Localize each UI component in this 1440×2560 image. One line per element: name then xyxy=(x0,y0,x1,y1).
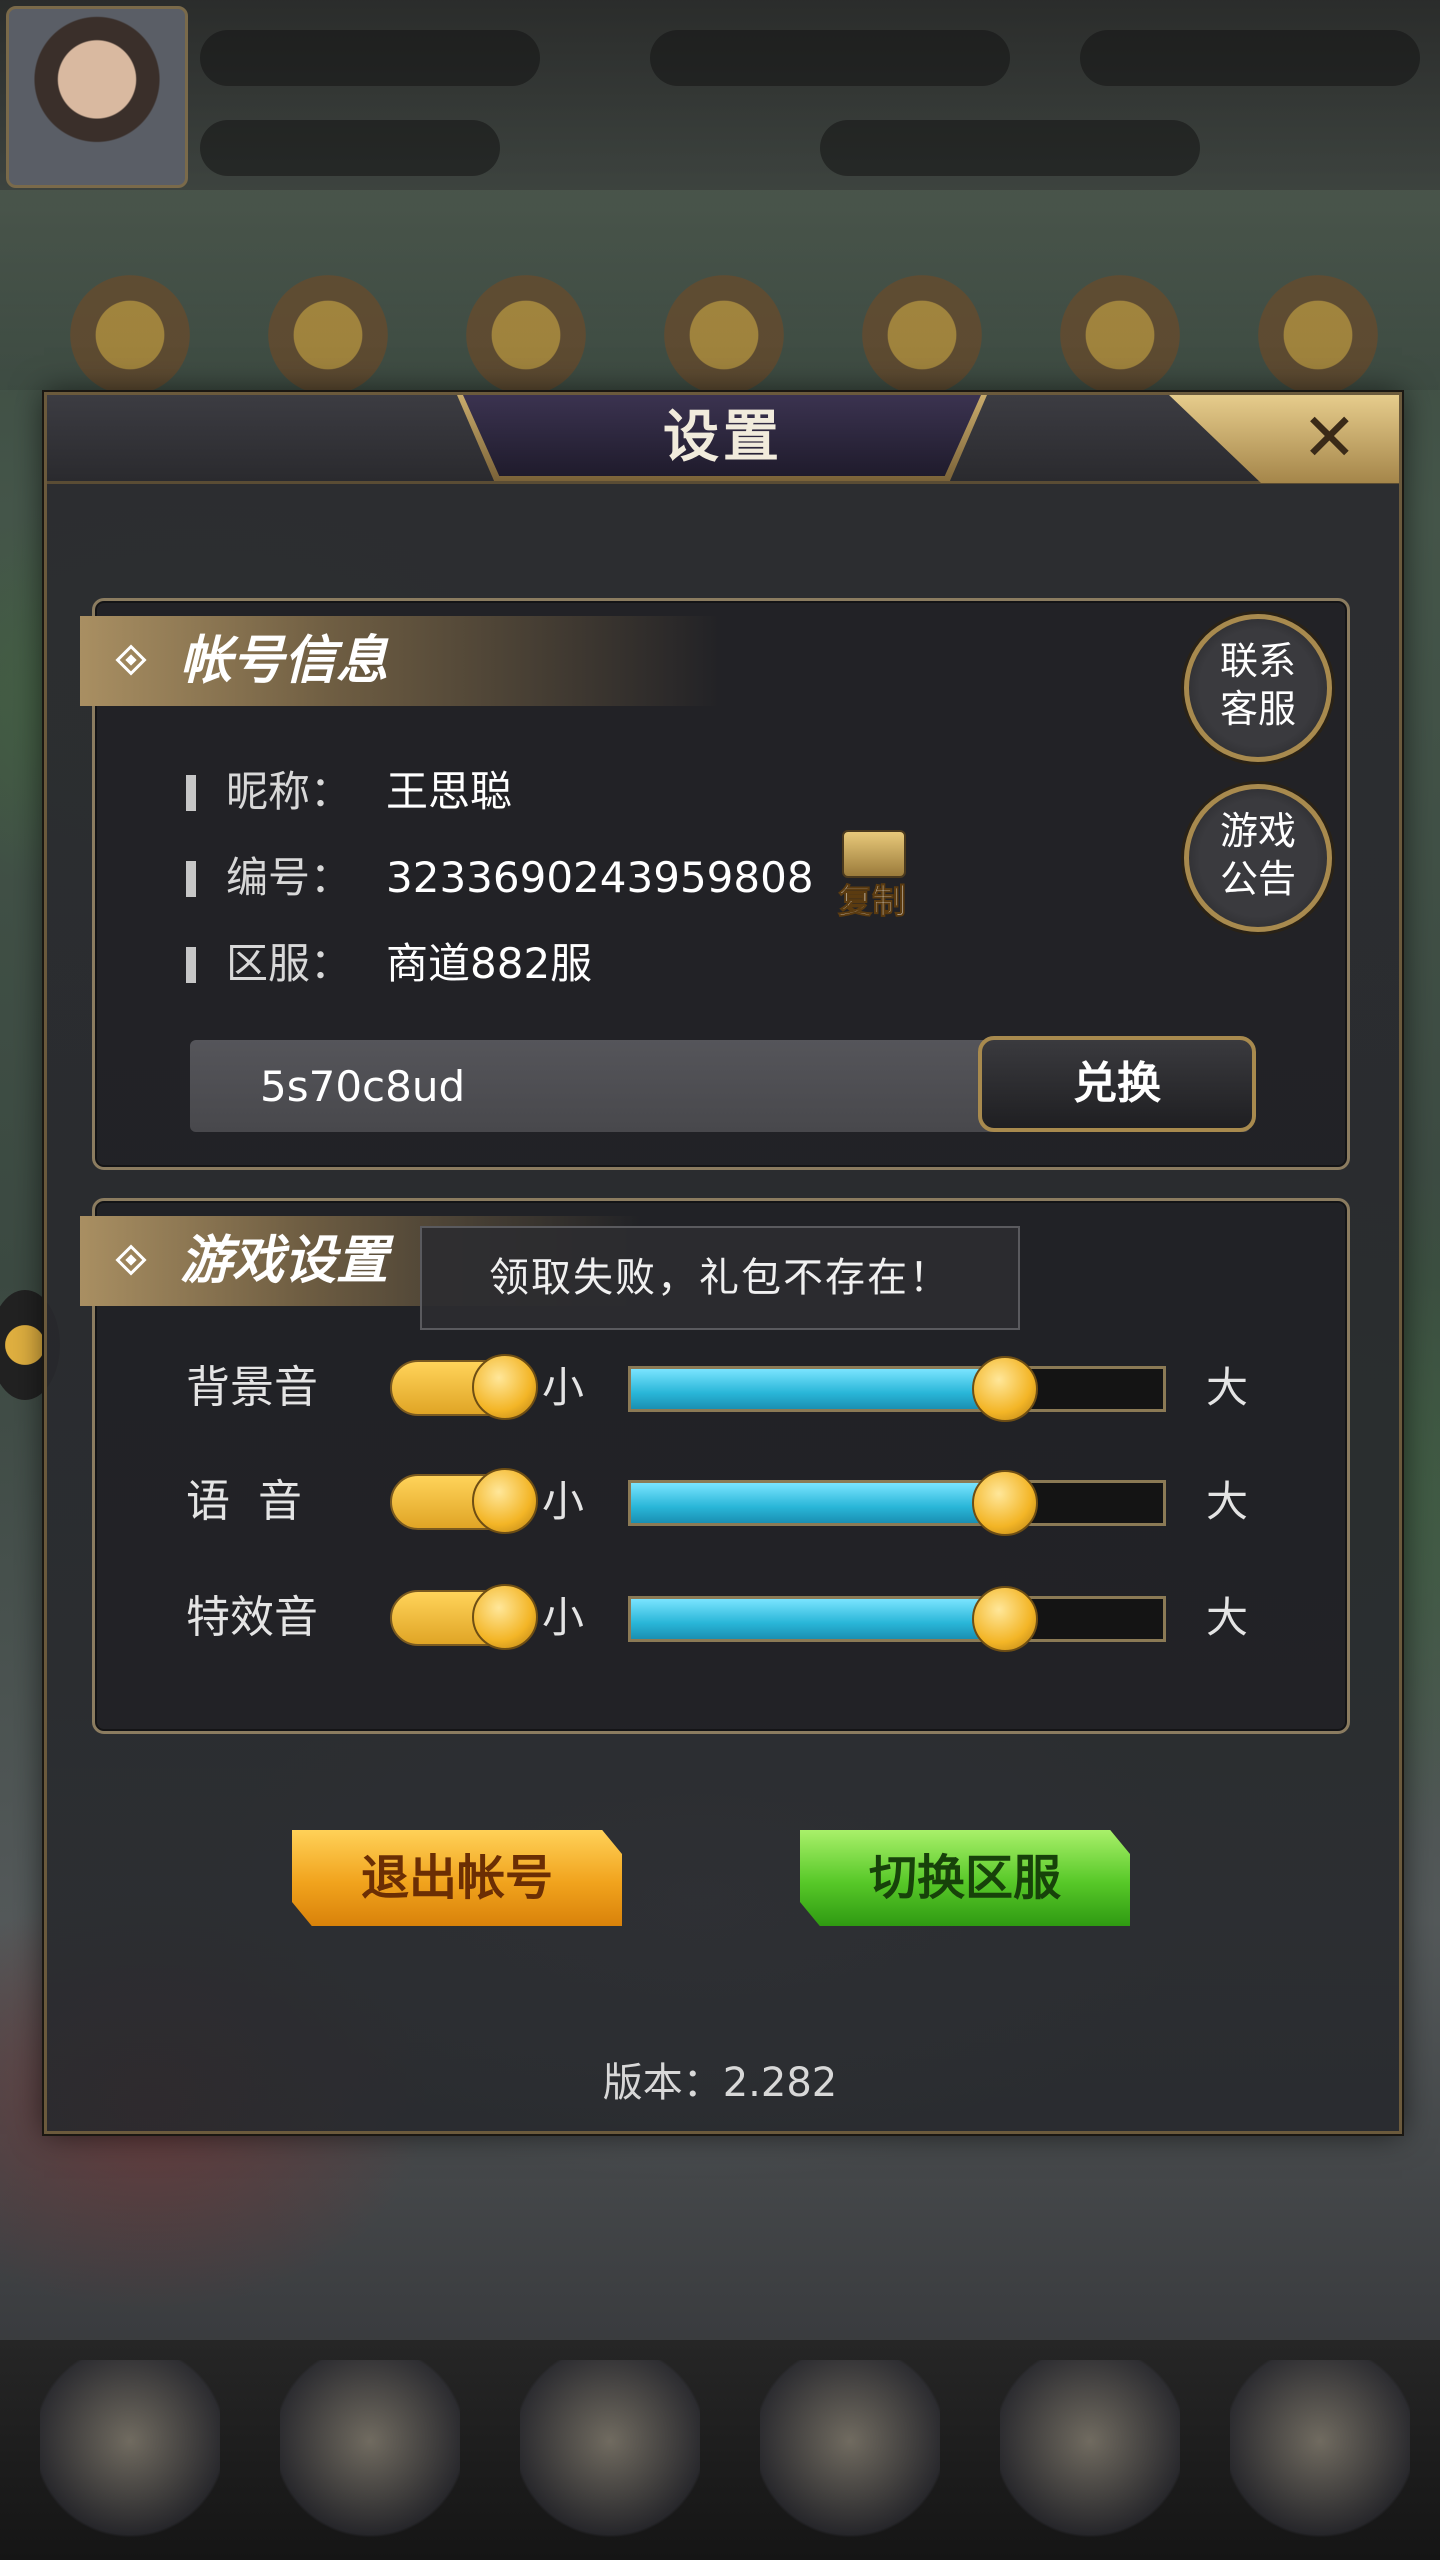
nickname-label: 昵称： xyxy=(226,767,353,816)
bgm-slider-thumb[interactable] xyxy=(971,1356,1038,1422)
max-label: 大 xyxy=(1206,1363,1249,1412)
nav-icon-team xyxy=(520,2360,700,2540)
slider-fill xyxy=(631,1599,1004,1639)
switch-server-button[interactable]: 切换区服 xyxy=(800,1830,1130,1926)
version-label: 版本：2.282 xyxy=(602,2060,838,2106)
activity-icon xyxy=(664,275,784,395)
voice-toggle-knob[interactable] xyxy=(472,1468,538,1534)
player-id-value: 3233690243959808 xyxy=(386,853,814,902)
row-marker xyxy=(186,861,196,897)
gem-chip xyxy=(1080,30,1420,86)
copy-icon xyxy=(842,830,906,878)
redeem-button[interactable]: 兑换 xyxy=(978,1036,1256,1132)
nav-icon-shop xyxy=(40,2360,220,2540)
announcement-label-1: 游戏 xyxy=(1219,809,1296,853)
diamond-icon xyxy=(115,644,147,676)
close-icon: ✕ xyxy=(1301,399,1357,476)
voice-slider-thumb[interactable] xyxy=(971,1470,1038,1536)
server-value: 商道882服 xyxy=(386,939,593,988)
voice-label: 语 音 xyxy=(186,1476,302,1527)
activity-icon xyxy=(1258,275,1378,395)
diamond-icon xyxy=(115,1244,147,1276)
announcement-button[interactable]: 游戏 公告 xyxy=(1184,784,1332,932)
slider-fill xyxy=(631,1483,1004,1523)
min-label: 小 xyxy=(542,1363,585,1412)
activity-icon xyxy=(466,275,586,395)
row-marker xyxy=(186,775,196,811)
volume-row-bgm: 背景音 小 大 xyxy=(186,1348,1266,1428)
min-label: 小 xyxy=(542,1477,585,1526)
nickname-row: 昵称： 王思聪 xyxy=(186,762,986,822)
max-label: 大 xyxy=(1206,1477,1249,1526)
sfx-slider[interactable] xyxy=(628,1596,1166,1642)
volume-row-voice: 语 音 小 大 xyxy=(186,1462,1266,1542)
account-section-title: 帐号信息 xyxy=(180,631,389,691)
gold-chip xyxy=(650,30,1010,86)
player-id-label: 编号： xyxy=(226,853,353,902)
activity-icon xyxy=(862,275,982,395)
activity-icon xyxy=(1060,275,1180,395)
server-row: 区服： 商道882服 xyxy=(186,934,986,994)
server-label: 区服： xyxy=(226,939,353,988)
bgm-slider[interactable] xyxy=(628,1366,1166,1412)
row-marker xyxy=(186,947,196,983)
contact-service-label-2: 客服 xyxy=(1219,687,1296,731)
activity-icon xyxy=(268,275,388,395)
resource-chip xyxy=(820,120,1200,176)
bgm-label: 背景音 xyxy=(186,1362,318,1413)
slider-fill xyxy=(631,1369,1004,1409)
nav-icon-staff xyxy=(280,2360,460,2540)
activity-icon xyxy=(70,275,190,395)
toast-message: 领取失败，礼包不存在！ xyxy=(420,1226,1020,1330)
logout-button[interactable]: 退出帐号 xyxy=(292,1830,622,1926)
nav-icon-city xyxy=(1000,2360,1180,2540)
nav-icon-deal xyxy=(760,2360,940,2540)
level-chip xyxy=(200,30,540,86)
copy-label: 复制 xyxy=(838,882,907,923)
sfx-toggle-knob[interactable] xyxy=(472,1584,538,1650)
max-label: 大 xyxy=(1206,1593,1249,1642)
game-settings-section-title: 游戏设置 xyxy=(180,1231,389,1291)
voice-slider[interactable] xyxy=(628,1480,1166,1526)
announcement-label-2: 公告 xyxy=(1219,857,1296,901)
min-label: 小 xyxy=(542,1593,585,1642)
title-chip xyxy=(200,120,500,176)
player-avatar xyxy=(6,6,188,188)
copy-id-button[interactable]: 复制 xyxy=(832,830,912,923)
sfx-slider-thumb[interactable] xyxy=(971,1586,1038,1652)
account-section-header: 帐号信息 xyxy=(80,616,720,706)
contact-service-label-1: 联系 xyxy=(1219,639,1296,683)
sfx-label: 特效音 xyxy=(186,1592,318,1643)
nickname-value: 王思聪 xyxy=(386,767,513,816)
contact-service-button[interactable]: 联系 客服 xyxy=(1184,614,1332,762)
volume-row-sfx: 特效音 小 大 xyxy=(186,1578,1266,1658)
bgm-toggle-knob[interactable] xyxy=(472,1354,538,1420)
nav-icon-globe xyxy=(1230,2360,1410,2540)
